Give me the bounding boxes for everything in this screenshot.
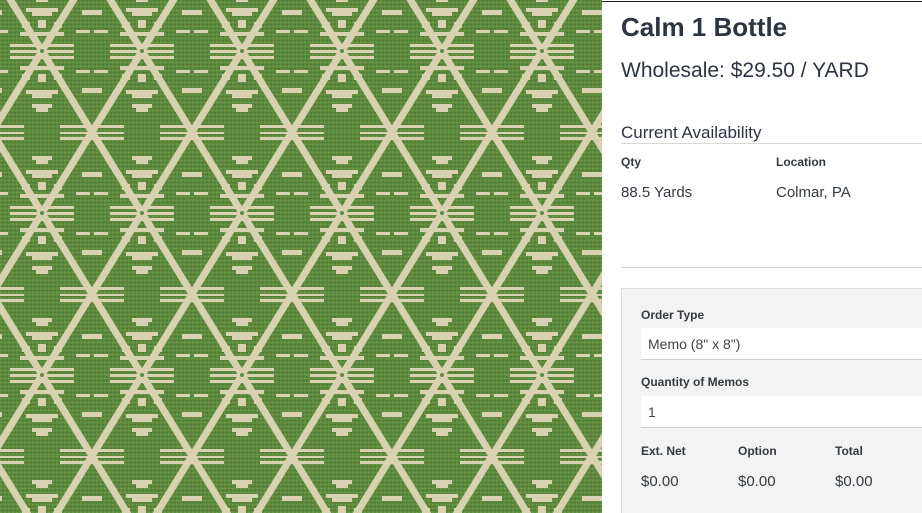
availability-heading: Current Availability (621, 123, 762, 142)
fabric-swatch-image (0, 0, 602, 513)
ext-net-label: Ext. Net (641, 444, 686, 458)
option-value: $0.00 (738, 473, 776, 490)
quantity-label: Quantity of Memos (641, 375, 750, 389)
quantity-value: 1 (648, 403, 656, 420)
quantity-input[interactable]: 1 (641, 396, 922, 428)
availability-qty: 88.5 Yards (621, 184, 693, 201)
total-label: Total (835, 444, 863, 458)
order-type-value: Memo (8" x 8") (648, 335, 741, 352)
total-value: $0.00 (835, 473, 873, 490)
product-title: Calm 1 Bottle (621, 12, 788, 42)
wholesale-price: Wholesale: $29.50 / YARD (621, 59, 869, 82)
order-type-select[interactable]: Memo (8" x 8") (641, 328, 922, 360)
option-label: Option (738, 444, 777, 458)
fabric-pattern (0, 0, 602, 513)
section-divider (621, 267, 922, 268)
location-column-header: Location (776, 155, 826, 169)
ext-net-value: $0.00 (641, 473, 679, 490)
availability-divider (621, 143, 922, 144)
availability-location: Colmar, PA (776, 184, 851, 201)
order-type-label: Order Type (641, 308, 705, 322)
qty-column-header: Qty (621, 155, 642, 169)
top-border (602, 1, 922, 2)
